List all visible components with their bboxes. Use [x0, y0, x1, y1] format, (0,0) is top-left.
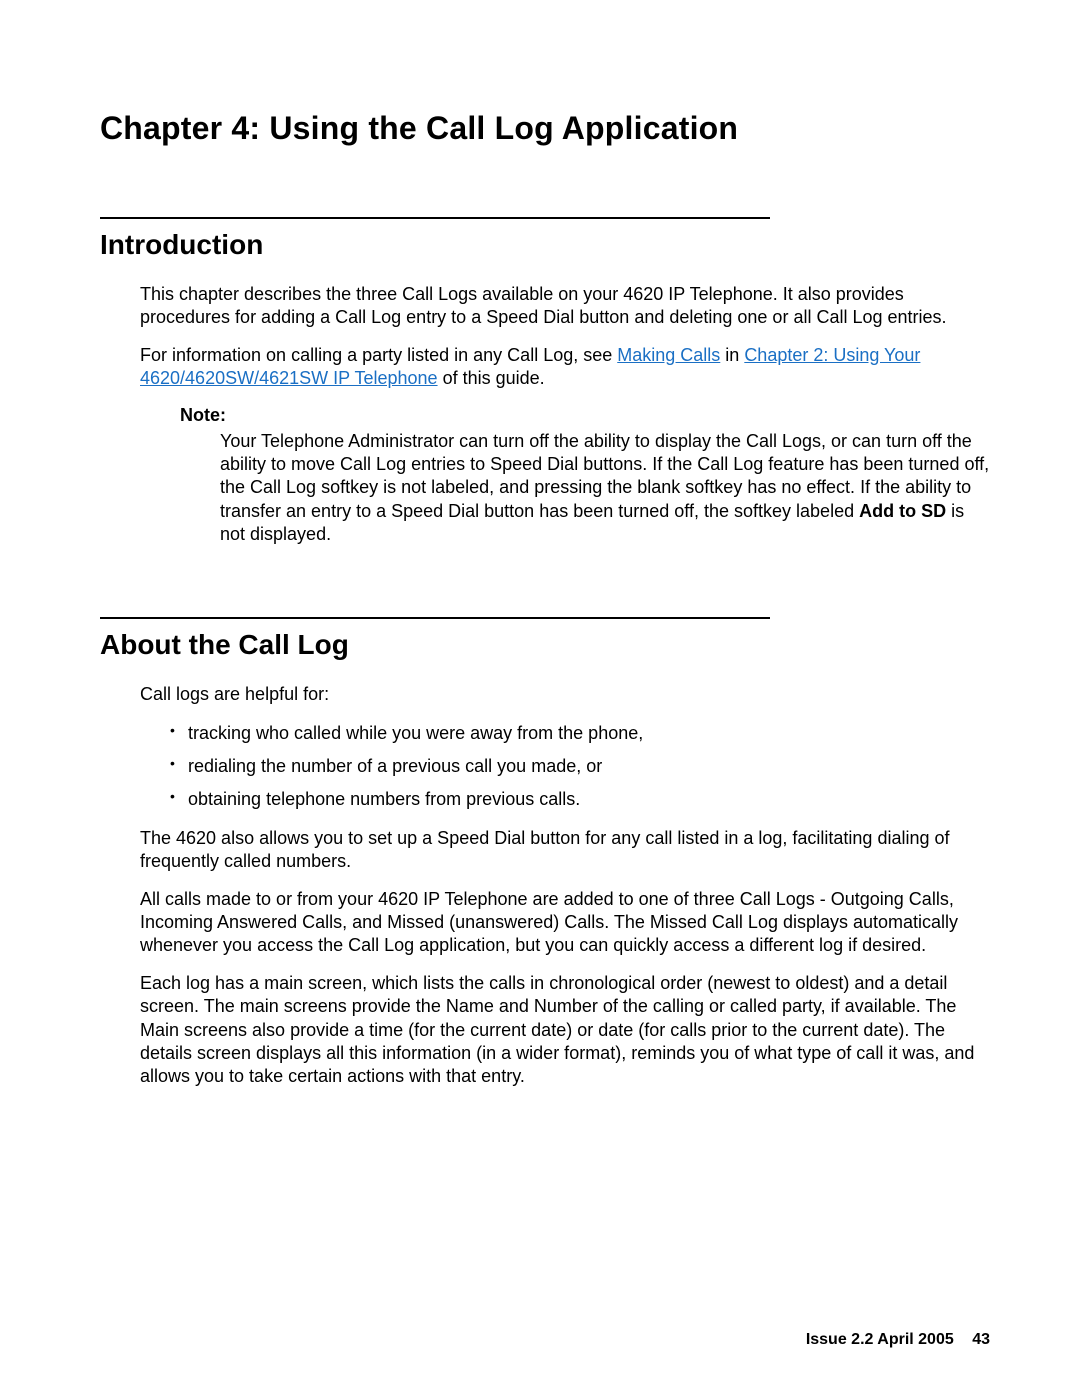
intro-paragraph-1: This chapter describes the three Call Lo…: [100, 283, 990, 330]
intro-para2-prefix: For information on calling a party liste…: [140, 345, 617, 365]
list-item: redialing the number of a previous call …: [170, 753, 990, 780]
list-item: tracking who called while you were away …: [170, 720, 990, 747]
about-para-3: Each log has a main screen, which lists …: [100, 972, 990, 1089]
intro-para2-mid: in: [720, 345, 744, 365]
note-text: Your Telephone Administrator can turn of…: [220, 430, 990, 547]
about-bullet-list: tracking who called while you were away …: [100, 720, 990, 813]
section-divider: [100, 217, 770, 219]
about-heading: About the Call Log: [100, 629, 990, 661]
about-para-1: The 4620 also allows you to set up a Spe…: [100, 827, 990, 874]
footer-page-number: 43: [972, 1331, 990, 1348]
introduction-section: Introduction This chapter describes the …: [100, 217, 990, 547]
about-intro: Call logs are helpful for:: [100, 683, 990, 706]
document-page: Chapter 4: Using the Call Log Applicatio…: [0, 0, 1080, 1397]
list-item: obtaining telephone numbers from previou…: [170, 786, 990, 813]
note-block: Note: Your Telephone Administrator can t…: [100, 405, 990, 547]
note-bold-text: Add to SD: [859, 501, 946, 521]
note-label: Note:: [180, 405, 990, 426]
section-divider: [100, 617, 770, 619]
footer-issue: Issue 2.2 April 2005: [806, 1331, 954, 1348]
introduction-heading: Introduction: [100, 229, 990, 261]
making-calls-link[interactable]: Making Calls: [617, 345, 720, 365]
intro-paragraph-2: For information on calling a party liste…: [100, 344, 990, 391]
about-para-2: All calls made to or from your 4620 IP T…: [100, 888, 990, 958]
page-footer: Issue 2.2 April 2005 43: [806, 1331, 990, 1349]
intro-para2-suffix: of this guide.: [438, 368, 545, 388]
chapter-title: Chapter 4: Using the Call Log Applicatio…: [100, 110, 990, 147]
about-section: About the Call Log Call logs are helpful…: [100, 617, 990, 1089]
